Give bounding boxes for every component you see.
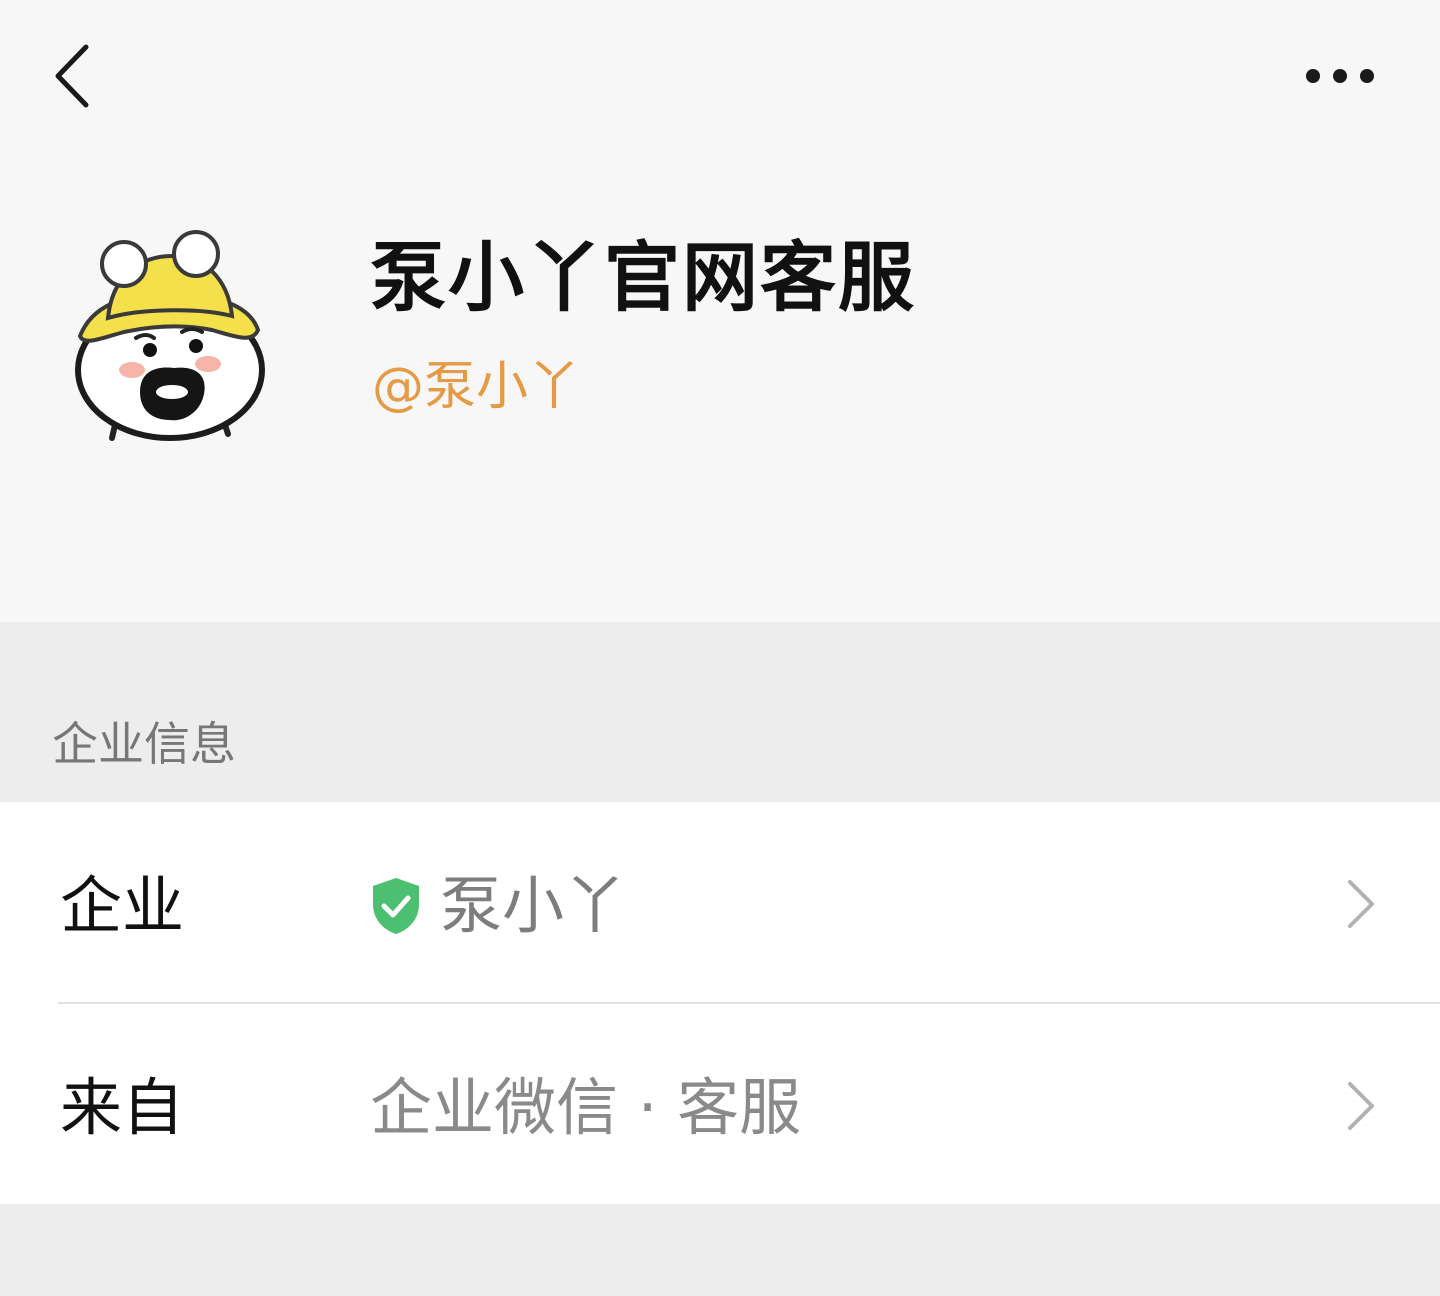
chevron-right-icon <box>1348 880 1374 928</box>
profile-handle: @泵小丫 <box>372 357 581 417</box>
profile-name: 泵小丫官网客服 <box>370 233 916 322</box>
chevron-right-icon <box>1348 1082 1374 1130</box>
section-title: 企业信息 <box>52 717 236 771</box>
enterprise-name: 泵小丫 <box>440 869 627 942</box>
enterprise-info-list: 企业 泵小丫 来自 企业微信 · 客服 <box>0 802 1440 1204</box>
chevron-left-icon <box>55 44 89 108</box>
from-value: 企业微信 · 客服 <box>370 1071 802 1144</box>
from-label: 来自 <box>60 1071 185 1144</box>
enterprise-label: 企业 <box>60 869 185 942</box>
profile-header: 泵小丫官网客服 @泵小丫 <box>0 0 1440 622</box>
enterprise-value: 泵小丫 <box>370 868 626 944</box>
avatar[interactable] <box>62 220 282 450</box>
more-button[interactable] <box>1290 46 1390 106</box>
ellipsis-icon <box>1306 69 1374 83</box>
verified-shield-icon <box>373 878 419 934</box>
back-button[interactable] <box>40 36 104 116</box>
from-row[interactable]: 来自 企业微信 · 客服 <box>0 1004 1440 1204</box>
avatar-cartoon-icon <box>75 230 265 441</box>
enterprise-row[interactable]: 企业 泵小丫 <box>0 802 1440 1004</box>
